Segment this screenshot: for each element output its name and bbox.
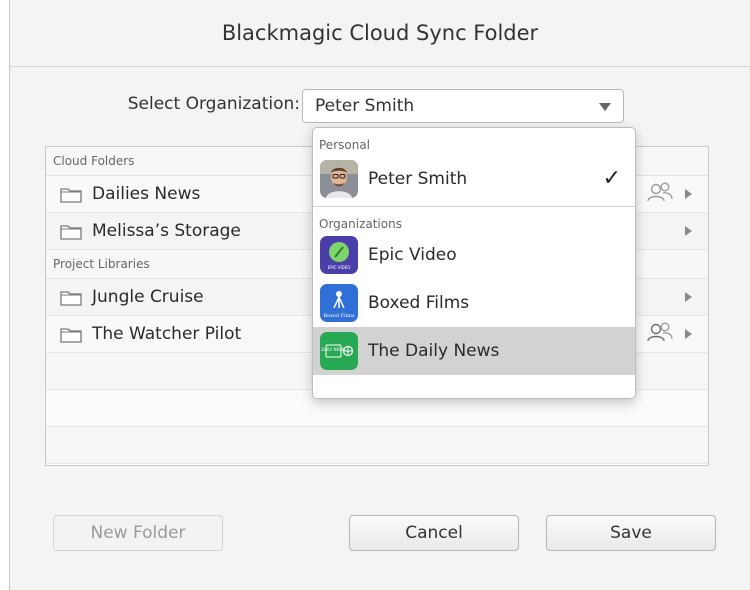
- shared-users-icon: [645, 321, 675, 348]
- menu-item-label: The Daily News: [368, 341, 500, 361]
- organizations-group-header: Organizations: [319, 217, 402, 231]
- select-organization-label: Select Organization:: [127, 94, 300, 114]
- new-folder-button[interactable]: New Folder: [53, 515, 223, 551]
- menu-item-peter-smith[interactable]: Peter Smith ✓: [313, 155, 635, 203]
- menu-item-the-daily-news[interactable]: DAILY NEWS The Daily News: [313, 327, 635, 375]
- cancel-button[interactable]: Cancel: [349, 515, 519, 551]
- organization-select[interactable]: Peter Smith: [302, 89, 624, 123]
- shared-users-icon: [645, 181, 675, 208]
- folder-icon: [60, 186, 82, 203]
- chevron-right-icon[interactable]: [685, 329, 692, 339]
- folder-name: Melissa’s Storage: [92, 221, 241, 241]
- user-avatar: [320, 160, 358, 198]
- menu-item-boxed-films[interactable]: Boxed Films Boxed Films: [313, 279, 635, 327]
- epic-video-logo-text: EPIC VIDEO: [328, 265, 351, 270]
- folder-name: The Watcher Pilot: [92, 324, 242, 344]
- epic-video-logo-icon: EPIC VIDEO: [320, 236, 358, 274]
- folder-name: Dailies News: [92, 184, 201, 204]
- daily-news-logo-text: DAILY NEWS: [321, 347, 346, 352]
- organization-dropdown-menu: Personal Peter Smith ✓ Organizations EPI…: [312, 127, 636, 399]
- daily-news-logo-icon: DAILY NEWS: [320, 332, 358, 370]
- folder-name: Jungle Cruise: [92, 287, 204, 307]
- boxed-films-logo-icon: Boxed Films: [320, 284, 358, 322]
- folder-icon: [60, 289, 82, 306]
- folder-icon: [60, 223, 82, 240]
- dialog-title: Blackmagic Cloud Sync Folder: [10, 0, 750, 67]
- chevron-right-icon[interactable]: [685, 189, 692, 199]
- save-button[interactable]: Save: [546, 515, 716, 551]
- chevron-down-icon: [599, 103, 611, 111]
- folder-icon: [60, 326, 82, 343]
- menu-item-label: Boxed Films: [368, 293, 470, 313]
- menu-item-label: Peter Smith: [368, 169, 468, 189]
- menu-item-epic-video[interactable]: EPIC VIDEO Epic Video: [313, 231, 635, 279]
- empty-row: [46, 427, 708, 464]
- organization-select-value: Peter Smith: [315, 96, 415, 116]
- menu-item-label: Epic Video: [368, 245, 457, 265]
- chevron-right-icon[interactable]: [685, 226, 692, 236]
- checkmark-icon: ✓: [602, 166, 621, 191]
- chevron-right-icon[interactable]: [685, 292, 692, 302]
- boxed-films-logo-text: Boxed Films: [323, 313, 355, 319]
- personal-group-header: Personal: [319, 138, 371, 152]
